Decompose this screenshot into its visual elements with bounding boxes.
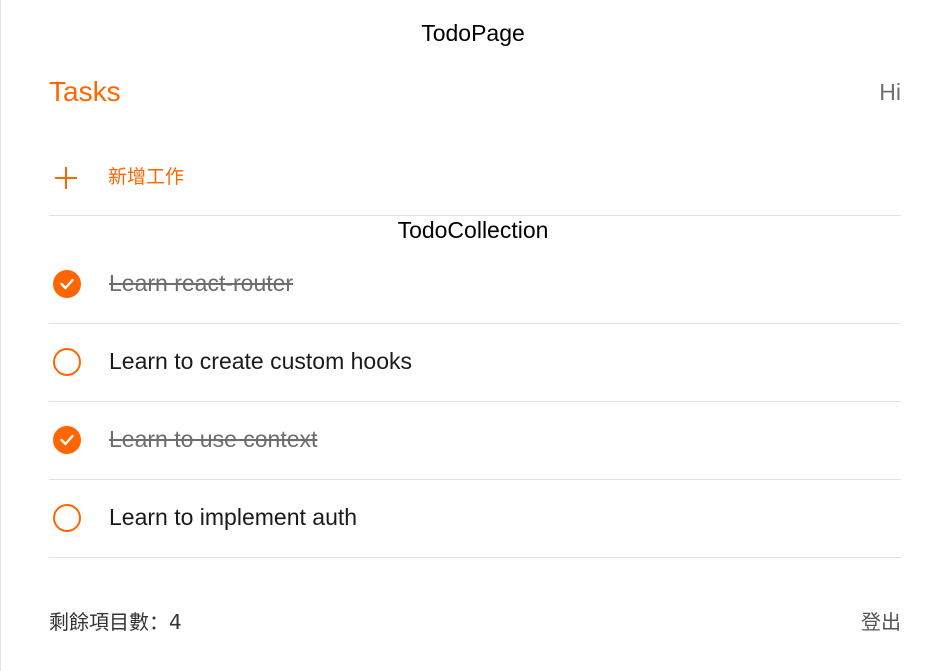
todo-item: Learn react-router xyxy=(49,246,901,324)
todo-item: Learn to create custom hooks xyxy=(49,324,901,402)
todo-checkbox[interactable] xyxy=(53,504,81,532)
check-icon xyxy=(60,434,74,446)
todo-list: Learn react-router Learn to create custo… xyxy=(49,246,901,558)
remaining-items: 剩餘項目數：4 xyxy=(49,606,182,635)
todo-text[interactable]: Learn react-router xyxy=(109,270,293,297)
add-todo-row xyxy=(49,146,901,216)
plus-icon[interactable] xyxy=(54,166,78,190)
greeting-text: Hi xyxy=(879,79,901,105)
footer: 剩餘項目數：4 登出 xyxy=(49,606,901,636)
todo-text[interactable]: Learn to implement auth xyxy=(109,504,357,531)
logout-button[interactable]: 登出 xyxy=(861,606,901,635)
todo-checkbox[interactable] xyxy=(53,426,81,454)
todo-text[interactable]: Learn to create custom hooks xyxy=(109,348,412,375)
todo-checkbox[interactable] xyxy=(53,348,81,376)
todo-text[interactable]: Learn to use context xyxy=(109,426,317,453)
brand-title: Tasks xyxy=(49,76,121,107)
check-icon xyxy=(60,278,74,290)
todo-item: Learn to implement auth xyxy=(49,480,901,558)
remaining-label: 剩餘項目數： xyxy=(49,610,169,634)
collection-title: TodoCollection xyxy=(397,217,549,243)
todo-item: Learn to use context xyxy=(49,402,901,480)
remaining-count: 4 xyxy=(169,610,182,634)
add-todo-input[interactable] xyxy=(108,162,808,192)
header: Tasks Hi xyxy=(49,76,901,110)
page-edge xyxy=(0,0,1,671)
page-title: TodoPage xyxy=(421,20,525,46)
todo-checkbox[interactable] xyxy=(53,270,81,298)
